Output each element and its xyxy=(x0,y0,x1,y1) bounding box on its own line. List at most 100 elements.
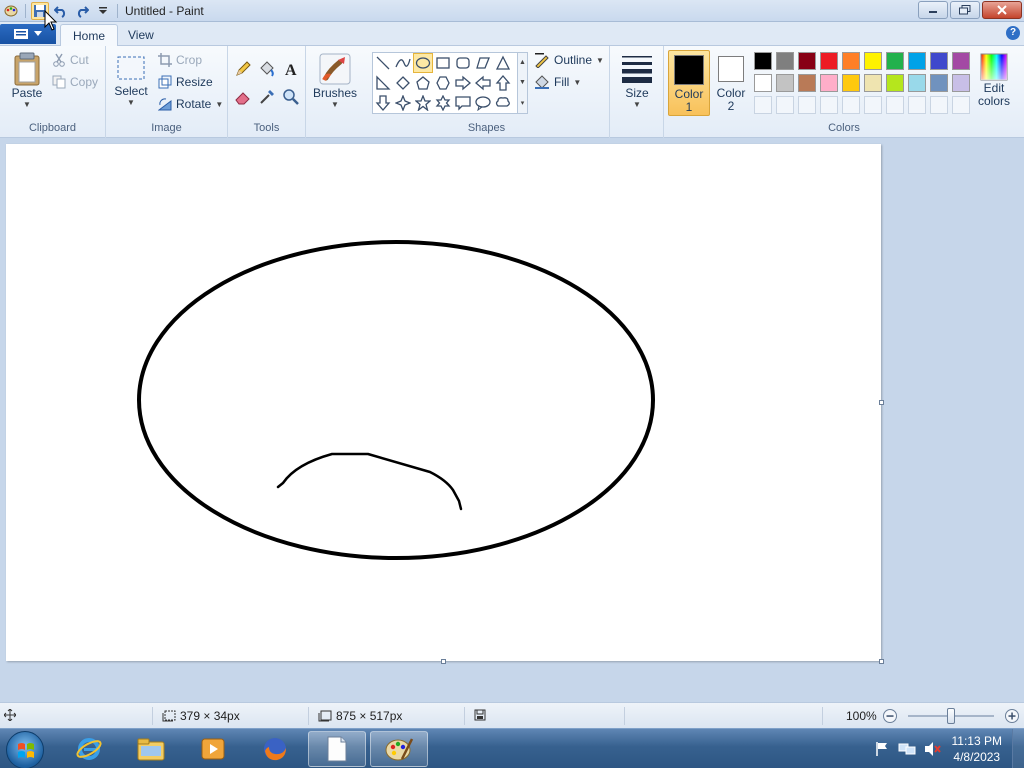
palette-swatch[interactable] xyxy=(884,72,906,94)
palette-swatch[interactable] xyxy=(774,50,796,72)
palette-swatch[interactable] xyxy=(774,72,796,94)
palette-swatch[interactable] xyxy=(862,72,884,94)
custom-color-slot[interactable] xyxy=(818,94,840,116)
start-button[interactable] xyxy=(6,731,44,768)
restore-button[interactable] xyxy=(950,1,980,19)
oval-shape-icon[interactable] xyxy=(413,53,433,73)
brushes-button[interactable]: Brushes ▼ xyxy=(313,52,357,109)
triangle-shape-icon[interactable] xyxy=(493,53,513,73)
taskbar-explorer-button[interactable] xyxy=(122,731,180,767)
custom-color-slot[interactable] xyxy=(752,94,774,116)
customize-qat-icon[interactable] xyxy=(94,2,112,20)
color2-button[interactable]: Color 2 xyxy=(710,50,752,116)
up-arrow-shape-icon[interactable] xyxy=(493,73,513,93)
eraser-icon[interactable] xyxy=(232,86,254,108)
crop-button[interactable]: Crop xyxy=(158,50,202,70)
rectangle-shape-icon[interactable] xyxy=(433,53,453,73)
palette-swatch[interactable] xyxy=(862,50,884,72)
fill-dropdown-button[interactable]: Fill ▼ xyxy=(534,72,581,92)
palette-swatch[interactable] xyxy=(796,50,818,72)
help-icon[interactable]: ? xyxy=(1006,26,1020,40)
resize-button[interactable]: Resize xyxy=(158,72,213,92)
magnifier-icon[interactable] xyxy=(280,86,302,108)
volume-muted-icon[interactable] xyxy=(924,741,942,757)
palette-swatch[interactable] xyxy=(884,50,906,72)
palette-swatch[interactable] xyxy=(818,72,840,94)
drawing-canvas[interactable] xyxy=(6,144,881,661)
size-button[interactable]: Size ▼ xyxy=(616,52,658,109)
palette-swatch[interactable] xyxy=(950,50,972,72)
custom-color-slot[interactable] xyxy=(906,94,928,116)
palette-swatch[interactable] xyxy=(906,72,928,94)
tab-view[interactable]: View xyxy=(116,24,166,46)
six-point-star-shape-icon[interactable] xyxy=(433,93,453,113)
rect-callout-shape-icon[interactable] xyxy=(453,93,473,113)
oval-callout-shape-icon[interactable] xyxy=(473,93,493,113)
select-button[interactable]: Select ▼ xyxy=(112,52,150,107)
palette-swatch[interactable] xyxy=(906,50,928,72)
taskbar-notepad-button[interactable] xyxy=(308,731,366,767)
custom-color-slot[interactable] xyxy=(774,94,796,116)
palette-swatch[interactable] xyxy=(840,50,862,72)
rotate-button[interactable]: Rotate ▼ xyxy=(158,94,223,114)
canvas-resize-handle-bottom[interactable] xyxy=(441,659,446,664)
zoom-slider-thumb[interactable] xyxy=(947,708,955,724)
paint-app-icon[interactable] xyxy=(2,2,20,20)
palette-swatch[interactable] xyxy=(752,50,774,72)
palette-swatch[interactable] xyxy=(950,72,972,94)
palette-swatch[interactable] xyxy=(796,72,818,94)
zoom-in-button[interactable] xyxy=(1004,708,1020,724)
close-button[interactable] xyxy=(982,1,1022,19)
custom-color-slot[interactable] xyxy=(950,94,972,116)
diamond-shape-icon[interactable] xyxy=(393,73,413,93)
action-center-flag-icon[interactable] xyxy=(874,741,890,757)
taskbar-media-player-button[interactable] xyxy=(184,731,242,767)
right-arrow-shape-icon[interactable] xyxy=(453,73,473,93)
show-desktop-button[interactable] xyxy=(1012,729,1024,768)
custom-color-slot[interactable] xyxy=(796,94,818,116)
color-picker-icon[interactable] xyxy=(256,86,278,108)
palette-swatch[interactable] xyxy=(752,72,774,94)
paste-button[interactable]: Paste ▼ xyxy=(8,52,46,109)
custom-color-slot[interactable] xyxy=(928,94,950,116)
zoom-out-button[interactable] xyxy=(882,708,898,724)
left-arrow-shape-icon[interactable] xyxy=(473,73,493,93)
shapes-scrollbar[interactable]: ▲ ▼ ▾ xyxy=(518,52,528,114)
taskbar-paint-button[interactable] xyxy=(370,731,428,767)
canvas-resize-handle-right[interactable] xyxy=(879,400,884,405)
redo-icon[interactable] xyxy=(73,2,91,20)
down-arrow-shape-icon[interactable] xyxy=(373,93,393,113)
line-shape-icon[interactable] xyxy=(373,53,393,73)
custom-color-slot[interactable] xyxy=(884,94,906,116)
curve-shape-icon[interactable] xyxy=(393,53,413,73)
minimize-button[interactable] xyxy=(918,1,948,19)
edit-colors-button[interactable]: Edit colors xyxy=(976,52,1012,108)
clock[interactable]: 11:13 PM 4/8/2023 xyxy=(952,733,1002,765)
custom-color-slot[interactable] xyxy=(840,94,862,116)
tab-home[interactable]: Home xyxy=(60,24,119,46)
custom-color-slot[interactable] xyxy=(862,94,884,116)
copy-button[interactable]: Copy xyxy=(52,72,98,92)
taskbar-ie-button[interactable] xyxy=(60,731,118,767)
color1-button[interactable]: Color 1 xyxy=(668,50,710,116)
cut-button[interactable]: Cut xyxy=(52,50,89,70)
pentagon-shape-icon[interactable] xyxy=(413,73,433,93)
five-point-star-shape-icon[interactable] xyxy=(413,93,433,113)
palette-swatch[interactable] xyxy=(928,50,950,72)
hexagon-shape-icon[interactable] xyxy=(433,73,453,93)
fill-icon[interactable] xyxy=(256,58,278,80)
canvas-workspace[interactable] xyxy=(0,138,1024,702)
palette-swatch[interactable] xyxy=(818,50,840,72)
canvas-resize-handle-corner[interactable] xyxy=(879,659,884,664)
outline-button[interactable]: Outline ▼ xyxy=(534,50,604,70)
right-triangle-shape-icon[interactable] xyxy=(373,73,393,93)
palette-swatch[interactable] xyxy=(928,72,950,94)
four-point-star-shape-icon[interactable] xyxy=(393,93,413,113)
rounded-rectangle-shape-icon[interactable] xyxy=(453,53,473,73)
zoom-slider-track[interactable] xyxy=(908,708,994,724)
palette-swatch[interactable] xyxy=(840,72,862,94)
network-icon[interactable] xyxy=(898,741,916,757)
pencil-icon[interactable] xyxy=(232,58,254,80)
text-icon[interactable]: A xyxy=(280,58,302,80)
cloud-callout-shape-icon[interactable] xyxy=(493,93,513,113)
